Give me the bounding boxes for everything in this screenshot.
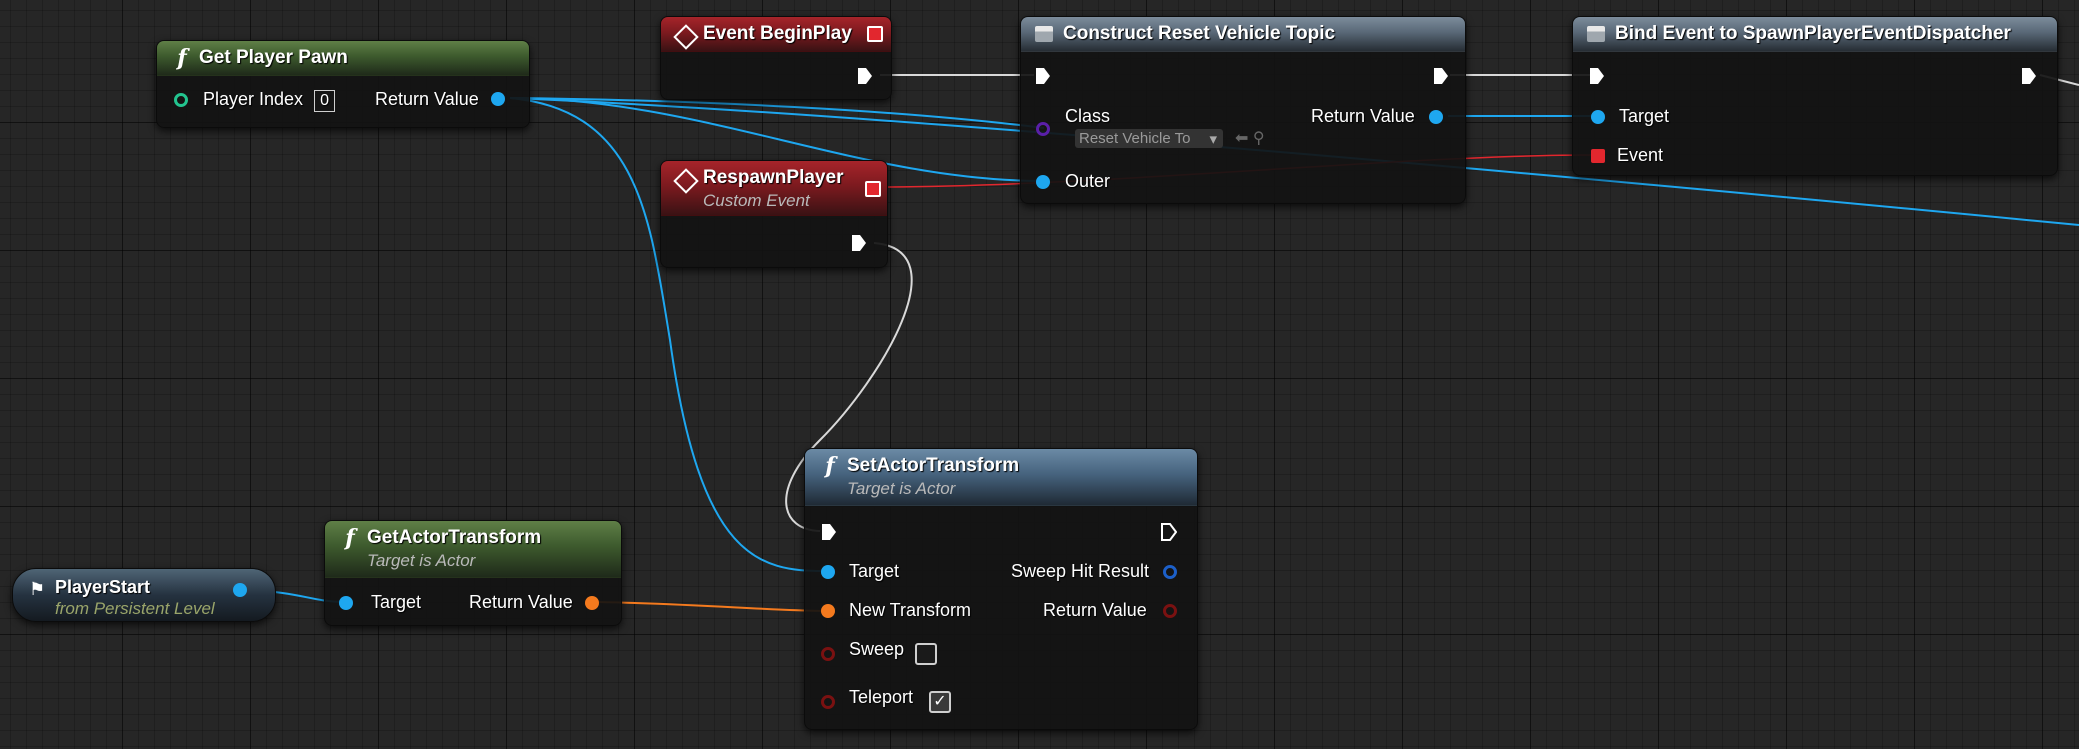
exec-out-pin[interactable]	[2021, 67, 2037, 85]
target-label: Target	[371, 592, 422, 612]
player-index-row: Player Index 0	[203, 89, 335, 112]
return-value-label: Return Value	[469, 592, 573, 612]
node-title: Bind Event to SpawnPlayerEventDispatcher	[1615, 23, 2011, 44]
function-icon: f	[825, 453, 835, 479]
function-icon: f	[345, 525, 355, 551]
output-pin[interactable]	[233, 583, 247, 597]
node-subtitle: Custom Event	[703, 191, 810, 210]
target-label: Target	[1619, 106, 1670, 126]
target-pin[interactable]	[821, 565, 835, 579]
target-label: Target	[849, 561, 900, 581]
sweep-hit-result-pin[interactable]	[1163, 565, 1177, 579]
target-pin[interactable]	[339, 596, 353, 610]
wire-transform	[597, 601, 825, 612]
exec-in-pin[interactable]	[1589, 67, 1605, 85]
exec-out-pin[interactable]	[851, 234, 867, 252]
wire-pawn-to-class-area	[509, 97, 1045, 129]
respawn-player-node[interactable]: RespawnPlayer Custom Event	[660, 160, 888, 268]
node-title: RespawnPlayer	[703, 167, 844, 188]
return-value-pin[interactable]	[1163, 604, 1177, 618]
chevron-down-icon: ▾	[1209, 131, 1217, 148]
player-index-label: Player Index	[203, 89, 304, 109]
return-value-pin[interactable]	[585, 596, 599, 610]
node-subtitle: Target is Actor	[847, 479, 956, 498]
player-start-variable-node[interactable]: ⚑ PlayerStart from Persistent Level	[12, 568, 276, 622]
return-value-label: Return Value	[1043, 600, 1147, 620]
node-subtitle: Target is Actor	[367, 551, 476, 570]
exec-out-pin[interactable]	[1433, 67, 1449, 85]
player-index-pin[interactable]	[174, 93, 188, 107]
class-dropdown[interactable]: Reset Vehicle To ▾	[1075, 129, 1223, 148]
variable-title: PlayerStart	[55, 577, 151, 597]
node-title: Construct Reset Vehicle Topic	[1063, 23, 1336, 44]
return-value-pin[interactable]	[1429, 110, 1443, 124]
variable-subtitle: from Persistent Level	[55, 599, 215, 618]
node-title: Event BeginPlay	[703, 23, 852, 44]
get-actor-transform-node[interactable]: f GetActorTransform Target is Actor Targ…	[324, 520, 622, 626]
use-selected-icon[interactable]: ⬅	[1235, 130, 1248, 147]
bind-event-node[interactable]: Bind Event to SpawnPlayerEventDispatcher…	[1572, 16, 2058, 176]
browse-icon[interactable]: ⚲	[1253, 130, 1265, 147]
construct-object-icon	[1035, 26, 1053, 42]
outer-label: Outer	[1065, 171, 1111, 191]
return-value-label: Return Value	[1311, 106, 1415, 126]
exec-in-pin[interactable]	[821, 523, 837, 541]
teleport-checkbox[interactable]: ✓	[929, 691, 951, 713]
node-title: GetActorTransform	[367, 527, 542, 548]
sweep-pin[interactable]	[821, 647, 835, 661]
exec-out-pin[interactable]	[857, 67, 873, 85]
event-delegate-pin[interactable]	[865, 181, 881, 197]
class-pin[interactable]	[1036, 122, 1050, 136]
event-beginplay-node[interactable]: Event BeginPlay	[660, 16, 892, 100]
return-value-pin[interactable]	[491, 92, 505, 106]
sweep-hit-result-label: Sweep Hit Result	[1011, 561, 1150, 581]
teleport-pin[interactable]	[821, 695, 835, 709]
actor-variable-icon: ⚑	[29, 579, 46, 599]
event-diamond-icon	[673, 24, 699, 50]
set-actor-transform-node[interactable]: f SetActorTransform Target is Actor Targ…	[804, 448, 1198, 730]
sweep-checkbox[interactable]	[915, 643, 937, 665]
function-icon: f	[177, 45, 187, 71]
class-value: Reset Vehicle To	[1079, 130, 1191, 147]
player-index-input[interactable]: 0	[314, 90, 335, 112]
node-title: Get Player Pawn	[199, 47, 348, 68]
exec-out-pin[interactable]	[1161, 523, 1177, 541]
new-transform-label: New Transform	[849, 600, 972, 620]
exec-in-pin[interactable]	[1035, 67, 1051, 85]
get-player-pawn-node[interactable]: f Get Player Pawn Player Index 0 Return …	[156, 40, 530, 128]
event-diamond-icon	[673, 168, 699, 194]
event-label: Event	[1617, 145, 1664, 165]
node-title: SetActorTransform	[847, 455, 1020, 476]
outer-pin[interactable]	[1036, 175, 1050, 189]
new-transform-pin[interactable]	[821, 604, 835, 618]
event-pin[interactable]	[1591, 149, 1605, 163]
class-label: Class	[1065, 106, 1111, 126]
bind-event-icon	[1587, 26, 1605, 42]
return-value-label: Return Value	[375, 89, 479, 109]
construct-reset-vehicle-topic-node[interactable]: Construct Reset Vehicle Topic Class Rese…	[1020, 16, 1466, 204]
target-pin[interactable]	[1591, 110, 1605, 124]
sweep-label: Sweep	[849, 639, 905, 659]
class-tools: ⬅ ⚲	[1235, 128, 1265, 148]
event-delegate-pin[interactable]	[867, 26, 883, 42]
teleport-label: Teleport	[849, 687, 914, 707]
